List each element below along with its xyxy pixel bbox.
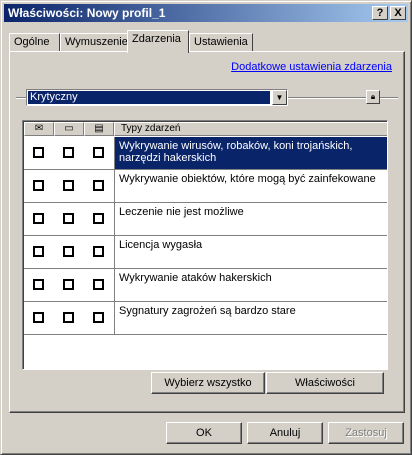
title-bar: Właściwości: Nowy profil_1 ? X [4,4,408,22]
severity-select[interactable]: Krytyczny ▼ [26,89,288,106]
mail-checkbox[interactable] [33,180,44,191]
tab-general[interactable]: Ogólne [9,33,60,51]
mail-checkbox[interactable] [33,246,44,257]
mail-checkbox[interactable] [33,147,44,158]
list-item[interactable]: Wykrywanie ataków hakerskich [24,269,387,302]
list-item[interactable]: Wykrywanie obiektów, które mogą być zain… [24,170,387,203]
help-button[interactable]: ? [372,6,388,20]
properties-dialog: Właściwości: Nowy profil_1 ? X Ogólne Wy… [0,0,412,455]
chevron-down-icon[interactable]: ▼ [272,90,287,105]
computer-checkbox[interactable] [63,312,74,323]
list-item[interactable]: Leczenie nie jest możliwe [24,203,387,236]
tab-events[interactable]: Zdarzenia [127,30,189,53]
severity-select-value: Krytyczny [28,91,270,104]
computer-checkbox[interactable] [63,246,74,257]
event-type-label: Wykrywanie obiektów, które mogą być zain… [114,170,387,202]
additional-settings-link[interactable]: Dodatkowe ustawienia zdarzenia [231,61,392,73]
list-item[interactable]: Sygnatury zagrożeń są bardzo stare [24,302,387,335]
properties-button[interactable]: Właściwości [266,372,384,394]
computer-checkbox[interactable] [63,147,74,158]
mail-checkbox[interactable] [33,312,44,323]
mail-icon[interactable]: ✉ [24,122,54,136]
select-all-button[interactable]: Wybierz wszystko [151,372,265,394]
event-type-label: Wykrywanie ataków hakerskich [114,269,387,301]
log-icon[interactable]: ▤ [84,122,114,136]
log-checkbox[interactable] [93,180,104,191]
event-types-list[interactable]: ✉ ▭ ▤ Typy zdarzeń Wykrywanie wirusów, r… [22,120,388,370]
event-type-label: Wykrywanie wirusów, robaków, koni trojań… [114,137,387,169]
column-header-event-types[interactable]: Typy zdarzeń [114,122,387,136]
computer-checkbox[interactable] [63,180,74,191]
apply-button[interactable]: Zastosuj [328,422,404,444]
log-checkbox[interactable] [93,213,104,224]
log-checkbox[interactable] [93,147,104,158]
computer-icon[interactable]: ▭ [54,122,84,136]
window-title: Właściwości: Nowy profil_1 [8,6,166,20]
mail-checkbox[interactable] [33,213,44,224]
list-item[interactable]: Wykrywanie wirusów, robaków, koni trojań… [24,137,387,170]
event-type-label: Leczenie nie jest możliwe [114,203,387,235]
list-item[interactable]: Licencja wygasła [24,236,387,269]
lock-icon[interactable]: 🔒︎ [366,90,380,104]
log-checkbox[interactable] [93,279,104,290]
computer-checkbox[interactable] [63,213,74,224]
tab-enforcement[interactable]: Wymuszenie [60,33,128,51]
events-panel: Dodatkowe ustawienia zdarzenia Krytyczny… [9,51,405,413]
ok-button[interactable]: OK [166,422,242,444]
event-type-label: Sygnatury zagrożeń są bardzo stare [114,302,387,334]
close-button[interactable]: X [390,6,406,20]
log-checkbox[interactable] [93,312,104,323]
mail-checkbox[interactable] [33,279,44,290]
tab-settings[interactable]: Ustawienia [189,33,253,51]
computer-checkbox[interactable] [63,279,74,290]
cancel-button[interactable]: Anuluj [247,422,323,444]
event-type-label: Licencja wygasła [114,236,387,268]
log-checkbox[interactable] [93,246,104,257]
